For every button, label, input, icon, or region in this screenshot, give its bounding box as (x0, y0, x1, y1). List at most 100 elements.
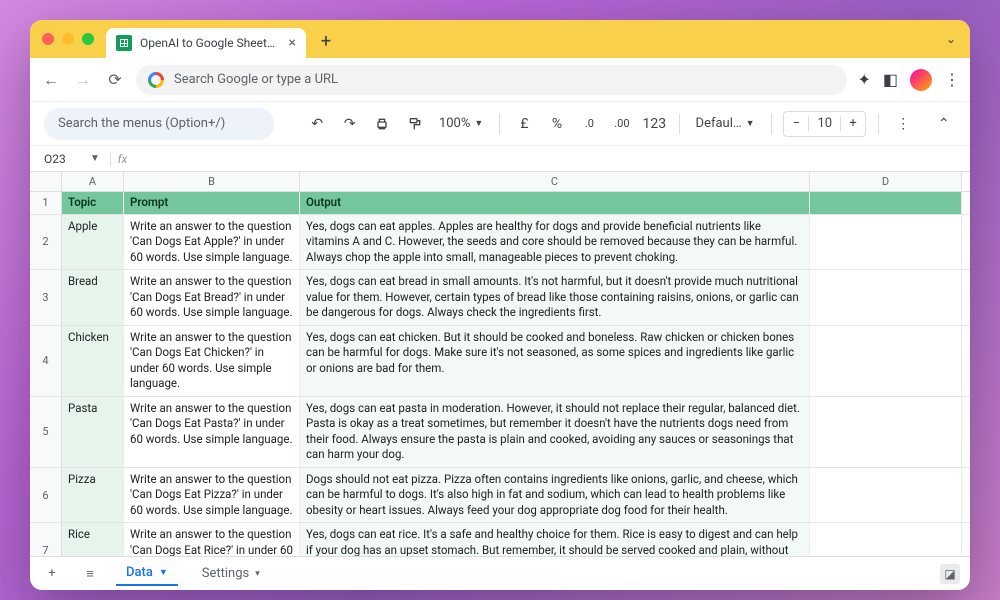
cell-empty[interactable] (810, 326, 962, 396)
back-button[interactable]: ← (40, 70, 62, 90)
sheets-icon (116, 35, 132, 51)
cell-topic[interactable]: Bread (62, 270, 124, 325)
col-header-b[interactable]: B (124, 172, 300, 191)
col-header-c[interactable]: C (300, 172, 810, 191)
menu-search[interactable]: Search the menus (Option+/) (44, 108, 274, 140)
minimize-window-button[interactable] (62, 33, 74, 45)
header-output[interactable]: Output (300, 192, 810, 214)
select-all-corner[interactable] (30, 172, 62, 191)
font-size-control: − 10 + (783, 111, 866, 137)
sheet-tab-settings[interactable]: Settings ▾ (192, 562, 270, 585)
row-number[interactable]: 5 (30, 397, 62, 467)
new-tab-button[interactable]: + (312, 27, 340, 55)
zoom-select[interactable]: 100% ▼ (435, 116, 487, 131)
cell-output[interactable]: Yes, dogs can eat bread in small amounts… (300, 270, 810, 325)
percent-button[interactable]: % (545, 111, 569, 137)
header-row: 1TopicPromptOutput (30, 192, 970, 215)
row-number[interactable]: 6 (30, 468, 62, 523)
sheets-toolbar: Search the menus (Option+/) ↶ ↷ 100% ▼ £… (30, 102, 970, 146)
cell-prompt[interactable]: Write an answer to the question 'Can Dog… (124, 397, 300, 467)
more-formats-button[interactable]: 123 (642, 111, 666, 137)
grid-rows[interactable]: 1TopicPromptOutput2AppleWrite an answer … (30, 192, 970, 556)
menu-search-placeholder: Search the menus (Option+/) (58, 116, 225, 131)
cell-empty[interactable] (810, 215, 962, 270)
redo-button[interactable]: ↷ (338, 111, 362, 137)
paint-format-button[interactable] (402, 111, 426, 137)
cell-prompt[interactable]: Write an answer to the question 'Can Dog… (124, 468, 300, 523)
cell-empty[interactable] (810, 468, 962, 523)
add-sheet-button[interactable]: + (40, 566, 64, 581)
name-box[interactable]: O23 (30, 152, 90, 166)
address-bar: ← → ⟳ Search Google or type a URL ✦ ◧ ⋮ (30, 58, 970, 102)
table-row: 7RiceWrite an answer to the question 'Ca… (30, 523, 970, 556)
formula-bar: O23 ▼ fx (30, 146, 970, 172)
browser-menu-icon[interactable]: ⋮ (944, 70, 960, 89)
cell-topic[interactable]: Pizza (62, 468, 124, 523)
forward-button[interactable]: → (72, 70, 94, 90)
table-row: 5PastaWrite an answer to the question 'C… (30, 397, 970, 468)
name-box-dropdown[interactable]: ▼ (90, 153, 110, 164)
header-topic[interactable]: Topic (62, 192, 124, 214)
cell-output[interactable]: Yes, dogs can eat chicken. But it should… (300, 326, 810, 396)
close-tab-button[interactable]: × (289, 35, 296, 51)
decrease-decimal-button[interactable]: .0 (577, 111, 601, 137)
cell-prompt[interactable]: Write an answer to the question 'Can Dog… (124, 326, 300, 396)
row-number[interactable]: 7 (30, 523, 62, 556)
row-number[interactable]: 4 (30, 326, 62, 396)
cell-topic[interactable]: Apple (62, 215, 124, 270)
currency-button[interactable]: £ (512, 111, 536, 137)
maximize-window-button[interactable] (82, 33, 94, 45)
increase-decimal-button[interactable]: .00 (610, 111, 634, 137)
reload-button[interactable]: ⟳ (104, 70, 126, 89)
omnibox[interactable]: Search Google or type a URL (136, 65, 847, 95)
cell-empty[interactable] (810, 270, 962, 325)
row-number[interactable]: 1 (30, 192, 62, 214)
sheet-tab-data[interactable]: Data ▼ (116, 561, 178, 586)
sheet-tabs-bar: + ≡ Data ▼ Settings ▾ ◪ (30, 556, 970, 590)
column-headers: A B C D (30, 172, 970, 192)
table-row: 4ChickenWrite an answer to the question … (30, 326, 970, 397)
browser-actions: ✦ ◧ ⋮ (857, 69, 960, 91)
tab-list-button[interactable]: ⌄ (946, 32, 956, 46)
all-sheets-button[interactable]: ≡ (78, 566, 102, 582)
cell-output[interactable]: Yes, dogs can eat pasta in moderation. H… (300, 397, 810, 467)
profile-avatar[interactable] (910, 69, 932, 91)
collapse-toolbar-button[interactable]: ⌃ (931, 111, 955, 137)
cell-topic[interactable]: Rice (62, 523, 124, 556)
cell-empty[interactable] (810, 397, 962, 467)
browser-tab[interactable]: OpenAI to Google Sheets - Go… × (106, 28, 306, 58)
cell-prompt[interactable]: Write an answer to the question 'Can Dog… (124, 523, 300, 556)
cell-prompt[interactable]: Write an answer to the question 'Can Dog… (124, 215, 300, 270)
cell-output[interactable]: Dogs should not eat pizza. Pizza often c… (300, 468, 810, 523)
extensions-icon[interactable]: ✦ (857, 70, 870, 89)
cell-topic[interactable]: Chicken (62, 326, 124, 396)
table-row: 2AppleWrite an answer to the question 'C… (30, 215, 970, 271)
col-header-d[interactable]: D (810, 172, 962, 191)
cell-output[interactable]: Yes, dogs can eat apples. Apples are hea… (300, 215, 810, 270)
font-size-input[interactable]: 10 (808, 116, 841, 131)
cell-empty[interactable] (810, 523, 962, 556)
header-empty[interactable] (810, 192, 962, 214)
font-family-select[interactable]: Defaul… ▼ (692, 116, 759, 131)
print-button[interactable] (370, 111, 394, 137)
cell-prompt[interactable]: Write an answer to the question 'Can Dog… (124, 270, 300, 325)
side-panel-icon[interactable]: ◧ (883, 70, 898, 89)
more-toolbar-button[interactable]: ⋮ (891, 111, 915, 137)
cell-topic[interactable]: Pasta (62, 397, 124, 467)
table-row: 3BreadWrite an answer to the question 'C… (30, 270, 970, 326)
table-row: 6PizzaWrite an answer to the question 'C… (30, 468, 970, 524)
explore-button[interactable]: ◪ (940, 564, 960, 584)
row-number[interactable]: 3 (30, 270, 62, 325)
undo-button[interactable]: ↶ (305, 111, 329, 137)
cell-output[interactable]: Yes, dogs can eat rice. It's a safe and … (300, 523, 810, 556)
row-number[interactable]: 2 (30, 215, 62, 270)
col-header-a[interactable]: A (62, 172, 124, 191)
header-prompt[interactable]: Prompt (124, 192, 300, 214)
decrease-font-button[interactable]: − (784, 116, 808, 131)
increase-font-button[interactable]: + (841, 116, 865, 131)
google-icon (148, 72, 164, 88)
tab-title: OpenAI to Google Sheets - Go… (140, 36, 281, 50)
close-window-button[interactable] (42, 33, 54, 45)
fx-label: fx (110, 152, 134, 166)
browser-window: OpenAI to Google Sheets - Go… × + ⌄ ← → … (30, 20, 970, 590)
